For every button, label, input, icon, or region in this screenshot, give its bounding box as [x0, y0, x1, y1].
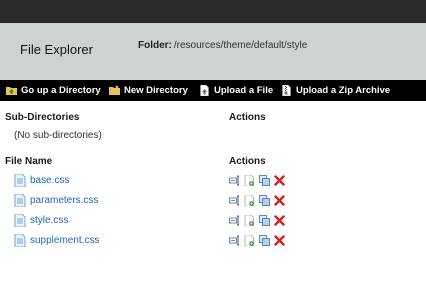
- edit-file-icon[interactable]: [244, 214, 255, 226]
- folder-new-icon: [109, 85, 120, 96]
- css-file-icon: [14, 233, 26, 247]
- copy-icon[interactable]: [259, 194, 270, 206]
- file-upload-icon: [199, 85, 210, 96]
- delete-icon[interactable]: [274, 234, 285, 246]
- copy-icon[interactable]: [259, 174, 270, 186]
- file-link[interactable]: parameters.css: [30, 195, 98, 206]
- css-file-icon: [14, 193, 26, 207]
- new-directory-button[interactable]: New Directory: [109, 84, 188, 97]
- top-bar: [0, 0, 426, 23]
- copy-icon[interactable]: [259, 214, 270, 226]
- css-file-icon: [14, 173, 26, 187]
- upload-zip-button[interactable]: Upload a Zip Archive: [281, 84, 390, 97]
- page-title: File Explorer: [20, 42, 93, 57]
- folder-up-icon: [6, 85, 17, 96]
- delete-icon[interactable]: [274, 194, 285, 206]
- file-actions: [229, 213, 289, 227]
- file-link[interactable]: style.css: [30, 215, 68, 226]
- rename-icon[interactable]: [229, 235, 240, 246]
- no-subdirectories-text: (No sub-directories): [14, 130, 102, 141]
- go-up-directory-label: Go up a Directory: [21, 85, 101, 96]
- css-file-icon: [14, 213, 26, 227]
- folder-label: Folder:: [138, 40, 172, 51]
- zip-upload-icon: [281, 85, 292, 96]
- toolbar: Go up a Directory New Directory Upload a…: [0, 80, 426, 101]
- copy-icon[interactable]: [259, 234, 270, 246]
- edit-file-icon[interactable]: [244, 174, 255, 186]
- edit-file-icon[interactable]: [244, 234, 255, 246]
- new-directory-label: New Directory: [124, 85, 188, 96]
- file-actions: [229, 173, 289, 187]
- file-link[interactable]: supplement.css: [30, 235, 99, 246]
- file-row: parameters.css: [14, 193, 98, 207]
- delete-icon[interactable]: [274, 214, 285, 226]
- header-panel: File Explorer Folder:/resources/theme/de…: [0, 23, 426, 80]
- file-name-heading: File Name: [5, 156, 53, 167]
- subdirectories-actions-heading: Actions: [229, 112, 266, 123]
- file-actions-heading: Actions: [229, 156, 266, 167]
- subdirectories-heading: Sub-Directories: [5, 112, 80, 123]
- file-link[interactable]: base.css: [30, 175, 69, 186]
- upload-file-button[interactable]: Upload a File: [199, 84, 273, 97]
- upload-zip-label: Upload a Zip Archive: [296, 85, 391, 96]
- file-actions: [229, 233, 289, 247]
- rename-icon[interactable]: [229, 215, 240, 226]
- rename-icon[interactable]: [229, 175, 240, 186]
- folder-path: /resources/theme/default/style: [173, 40, 308, 51]
- go-up-directory-button[interactable]: Go up a Directory: [6, 84, 101, 97]
- file-row: style.css: [14, 213, 68, 227]
- file-row: base.css: [14, 173, 69, 187]
- current-folder: Folder:/resources/theme/default/style: [138, 40, 307, 51]
- rename-icon[interactable]: [229, 195, 240, 206]
- delete-icon[interactable]: [274, 174, 285, 186]
- file-actions: [229, 193, 289, 207]
- upload-file-label: Upload a File: [214, 85, 274, 96]
- file-row: supplement.css: [14, 233, 99, 247]
- edit-file-icon[interactable]: [244, 194, 255, 206]
